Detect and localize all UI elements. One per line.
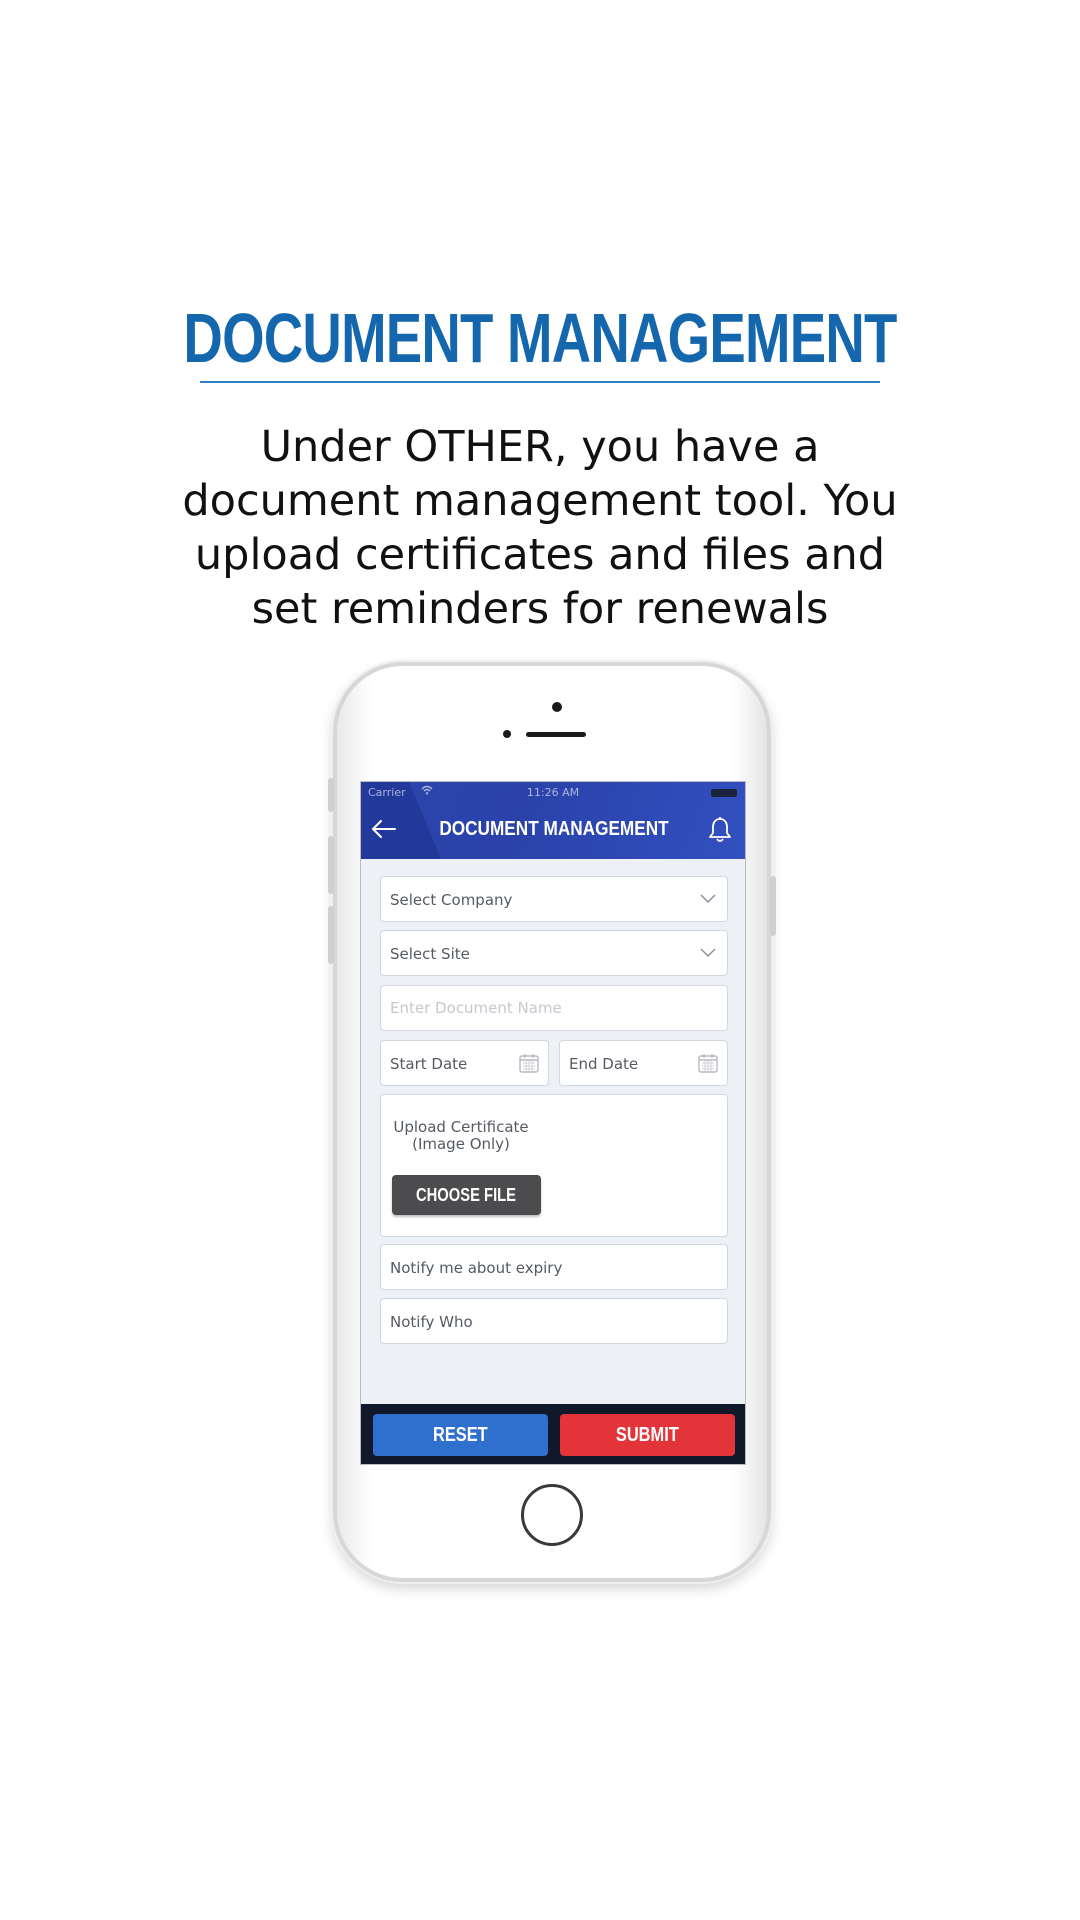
subtitle-line: Under OTHER, you have a [260,422,820,472]
phone-mute-switch [328,778,334,812]
sensor-icon [503,730,511,738]
chevron-down-icon [699,945,717,959]
site-select-value: Select Site [390,945,470,963]
page: DOCUMENT MANAGEMENT Under OTHER, you hav… [0,0,1080,1920]
front-camera-icon [552,702,562,712]
upload-label-line: Upload Certificate [393,1118,529,1136]
headline-underline [200,381,880,383]
choose-file-button[interactable]: CHOOSE FILE [392,1175,541,1215]
company-select-value: Select Company [390,891,513,909]
bell-icon[interactable] [705,815,735,845]
reset-button[interactable]: RESET [373,1414,548,1456]
app-bar: Carrier 11:26 AM DOCUMENT MANAGEMENT [361,782,745,859]
site-select[interactable]: Select Site [380,930,728,976]
phone-screen: Carrier 11:26 AM DOCUMENT MANAGEMENT Sel… [360,781,746,1465]
notify-who-label: Notify Who [390,1313,473,1331]
calendar-icon[interactable] [518,1052,540,1074]
document-name-field[interactable] [380,985,728,1031]
action-bar: RESET SUBMIT [361,1404,745,1464]
upload-certificate-box: Upload Certificate (Image Only) CHOOSE F… [380,1094,728,1237]
status-time: 11:26 AM [526,786,580,799]
notify-who-field[interactable]: Notify Who [380,1298,728,1344]
end-date-field[interactable]: End Date [559,1040,728,1086]
app-bar-title: DOCUMENT MANAGEMENT [439,818,669,840]
battery-icon [711,789,737,797]
document-name-input[interactable] [381,986,727,1030]
subtitle-line: set reminders for renewals [251,584,829,634]
phone-volume-up [328,836,334,894]
chevron-down-icon [699,891,717,905]
arrow-left-icon[interactable] [369,817,399,841]
upload-certificate-label: Upload Certificate (Image Only) [391,1119,531,1153]
notify-expiry-field[interactable]: Notify me about expiry [380,1244,728,1290]
status-bar: Carrier 11:26 AM [361,785,745,800]
choose-file-label: CHOOSE FILE [416,1185,517,1205]
home-button[interactable] [521,1484,583,1546]
subtitle-line: document management tool. You [182,476,898,526]
start-date-label: Start Date [390,1055,468,1073]
company-select[interactable]: Select Company [380,876,728,922]
phone-mockup: Carrier 11:26 AM DOCUMENT MANAGEMENT Sel… [328,662,776,1582]
notify-expiry-label: Notify me about expiry [390,1259,563,1277]
phone-power-button [770,876,776,936]
reset-button-label: RESET [433,1424,488,1446]
upload-label-line: (Image Only) [412,1135,510,1153]
start-date-field[interactable]: Start Date [380,1040,549,1086]
page-headline: DOCUMENT MANAGEMENT [183,299,897,377]
subtitle-line: upload certificates and files and [194,530,886,580]
submit-button-label: SUBMIT [616,1424,679,1446]
page-subtitle: Under OTHER, you have a document managem… [130,420,950,636]
earpiece-speaker [526,732,586,737]
submit-button[interactable]: SUBMIT [560,1414,735,1456]
end-date-label: End Date [569,1055,639,1073]
phone-volume-down [328,906,334,964]
calendar-icon[interactable] [697,1052,719,1074]
